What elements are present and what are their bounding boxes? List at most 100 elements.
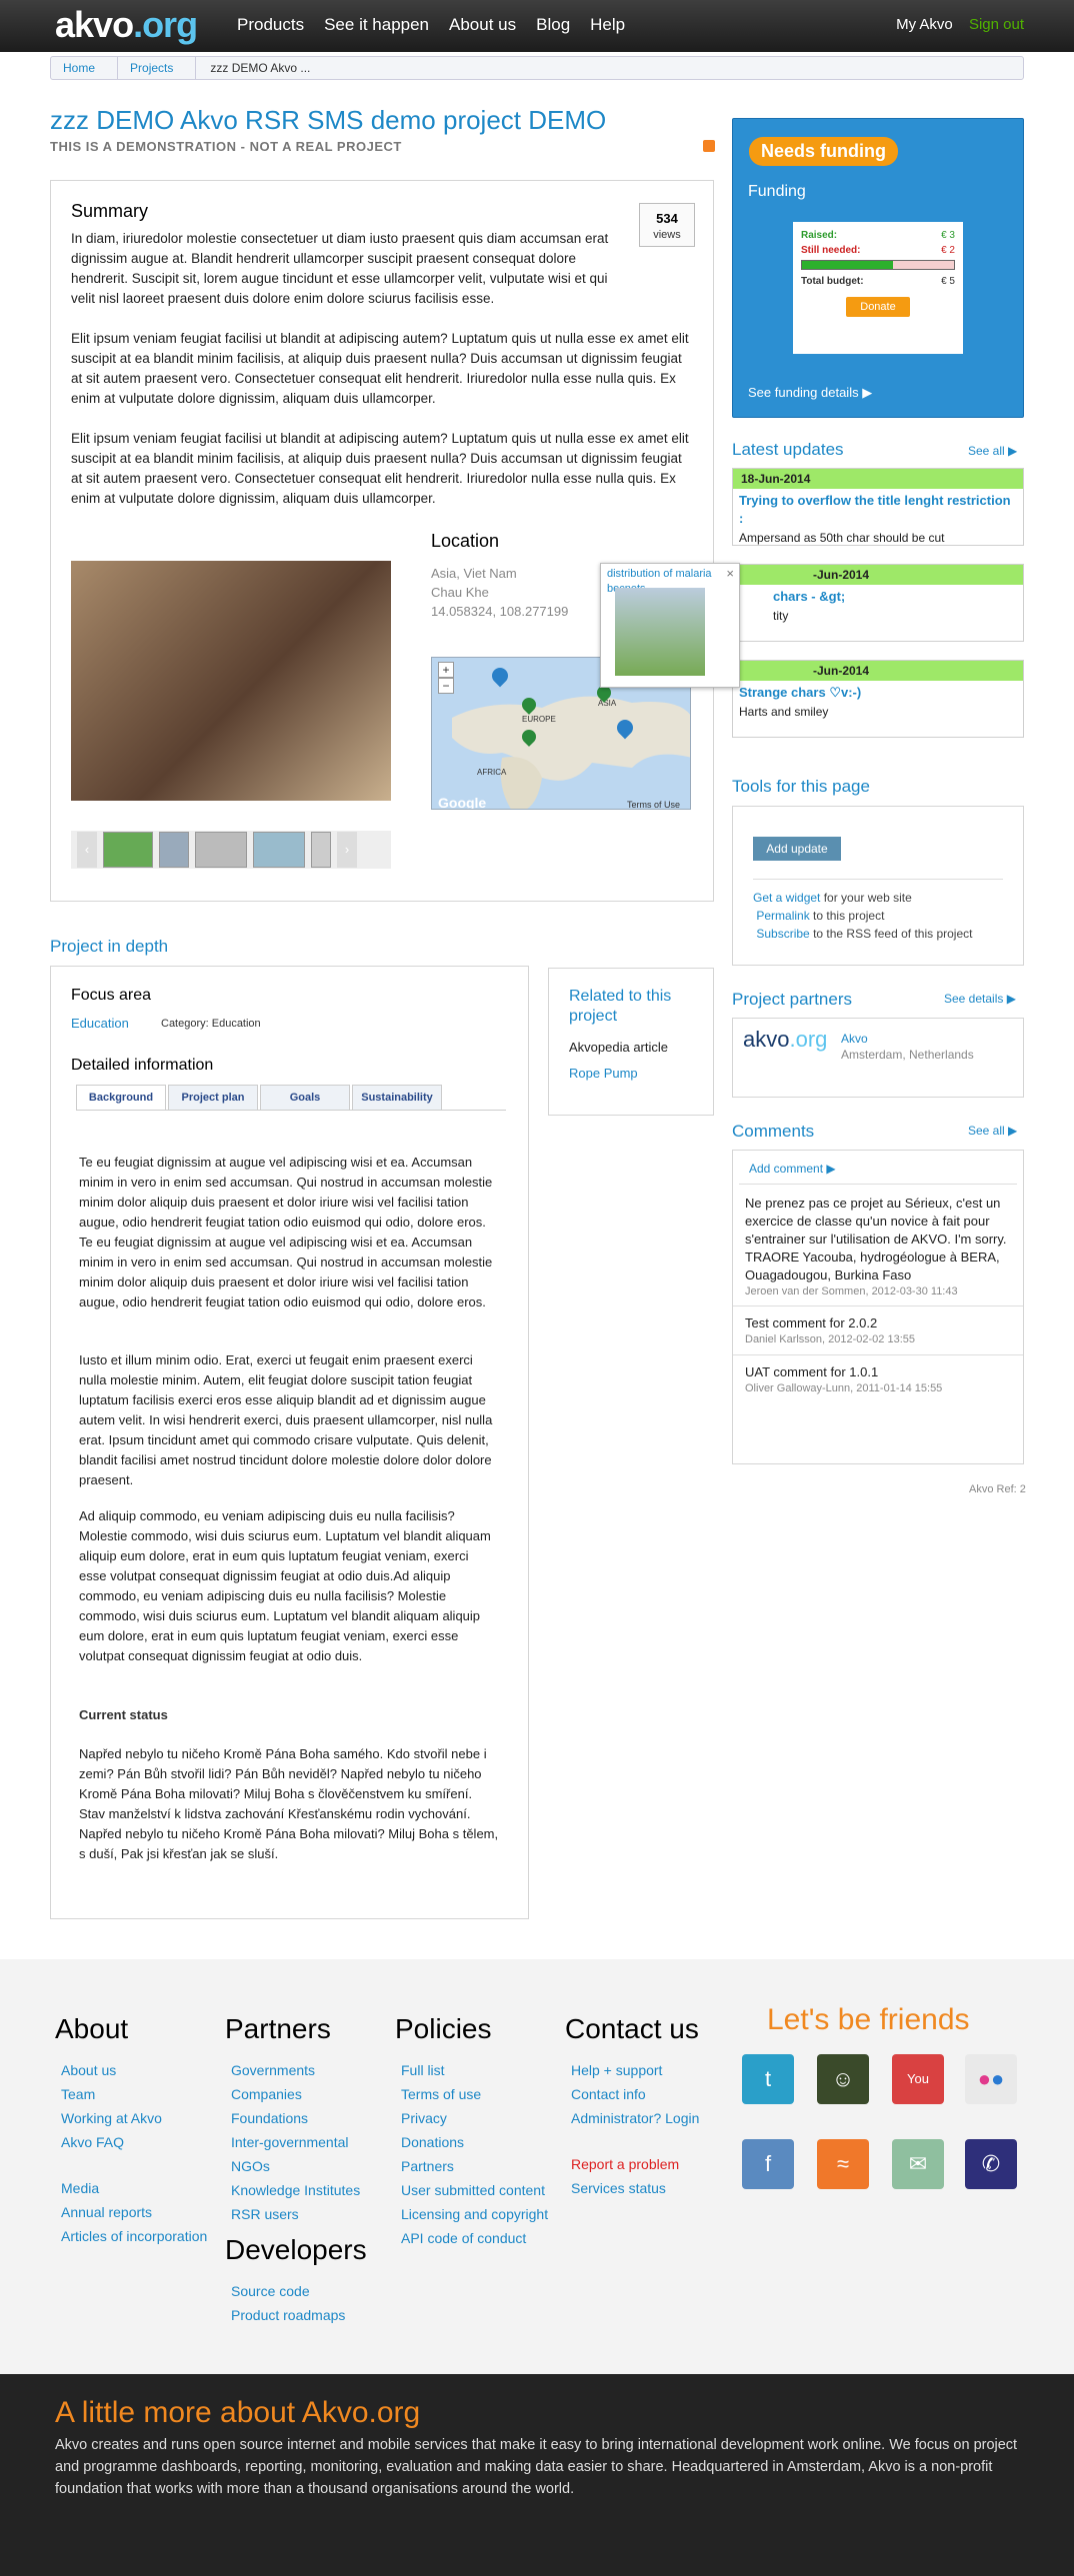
- breadcrumb-projects[interactable]: Projects: [118, 57, 197, 79]
- update-date: 18-Jun-2014: [733, 469, 1023, 489]
- raised-row: Raised: € 3: [801, 230, 955, 241]
- footer-link[interactable]: Administrator? Login: [565, 2106, 699, 2130]
- update-card[interactable]: -Jun-2014 chars - &gt; tity: [732, 564, 1024, 642]
- twitter-icon[interactable]: t: [742, 2054, 794, 2104]
- rss-icon[interactable]: ≈: [817, 2139, 869, 2189]
- update-body: tity: [773, 609, 789, 624]
- tools-links: Get a widget for your web site Permalink…: [753, 891, 973, 941]
- prev-arrow-icon[interactable]: ‹: [77, 832, 97, 868]
- rss-icon[interactable]: [703, 140, 715, 152]
- footer-link[interactable]: Inter-governmental: [225, 2130, 367, 2154]
- nav-products[interactable]: Products: [237, 0, 304, 50]
- footer-link[interactable]: Knowledge Institutes: [225, 2178, 367, 2202]
- zoom-in-button[interactable]: +: [438, 662, 454, 678]
- footer-link[interactable]: Team: [55, 2082, 207, 2106]
- related-heading: Related to this project: [569, 988, 672, 1025]
- sign-out-link[interactable]: Sign out: [969, 16, 1024, 33]
- footer-link[interactable]: Annual reports: [55, 2200, 207, 2224]
- partner-name-link[interactable]: Akvo: [841, 1031, 868, 1048]
- tab-sustainability[interactable]: Sustainability: [352, 1085, 442, 1111]
- update-title[interactable]: chars - &gt;: [733, 585, 1023, 606]
- footer-link[interactable]: Product roadmaps: [225, 2303, 367, 2327]
- summary-paragraph: In diam, iriuredolor molestie consectetu…: [71, 231, 609, 306]
- photo-thumbnail[interactable]: [159, 832, 189, 868]
- flickr-icon[interactable]: ●●: [965, 2054, 1017, 2104]
- services-status-link[interactable]: Services status: [565, 2176, 699, 2200]
- close-icon[interactable]: ×: [726, 565, 734, 583]
- next-arrow-icon[interactable]: ›: [337, 832, 357, 868]
- add-update-button[interactable]: Add update: [753, 837, 841, 861]
- footer-link[interactable]: API code of conduct: [395, 2226, 548, 2250]
- report-problem-link[interactable]: Report a problem: [565, 2152, 699, 2176]
- get-widget-link[interactable]: Get a widget: [753, 891, 820, 905]
- tab-project-plan[interactable]: Project plan: [168, 1085, 258, 1111]
- photo-thumbnail[interactable]: [195, 832, 247, 868]
- footer-link[interactable]: Articles of incorporation: [55, 2224, 207, 2248]
- footer-link[interactable]: Working at Akvo: [55, 2106, 207, 2130]
- focus-education-link[interactable]: Education: [71, 1015, 129, 1033]
- footer-link[interactable]: About us: [55, 2058, 207, 2082]
- footer-link[interactable]: Terms of use: [395, 2082, 548, 2106]
- youtube-icon[interactable]: You: [892, 2054, 944, 2104]
- update-date: -Jun-2014: [733, 661, 1023, 681]
- project-in-depth-heading: Project in depth: [50, 937, 169, 956]
- github-icon[interactable]: ☺: [817, 2054, 869, 2104]
- photo-thumbnail[interactable]: [311, 832, 331, 868]
- update-card[interactable]: 18-Jun-2014 Trying to overflow the title…: [732, 468, 1024, 546]
- footer-link[interactable]: Full list: [395, 2058, 548, 2082]
- phone-icon[interactable]: ✆: [965, 2139, 1017, 2189]
- zoom-out-button[interactable]: −: [438, 678, 454, 694]
- footer-link[interactable]: Donations: [395, 2130, 548, 2154]
- update-card[interactable]: -Jun-2014 Strange chars ♡v:-) Harts and …: [732, 660, 1024, 738]
- background-paragraph: Te eu feugiat dignissim at augue vel adi…: [79, 1155, 493, 1309]
- footer-link[interactable]: NGOs: [225, 2154, 367, 2178]
- partner-location: Amsterdam, Netherlands: [841, 1048, 974, 1062]
- nav-blog[interactable]: Blog: [536, 0, 570, 50]
- project-photo: [71, 561, 391, 801]
- update-title[interactable]: Strange chars ♡v:-): [733, 681, 1023, 702]
- focus-area-heading: Focus area: [71, 987, 152, 1004]
- my-akvo-link[interactable]: My Akvo: [896, 16, 953, 33]
- subscribe-link[interactable]: Subscribe: [756, 927, 809, 941]
- rope-pump-link[interactable]: Rope Pump: [569, 1066, 638, 1081]
- footer-link[interactable]: Governments: [225, 2058, 367, 2082]
- map-brand: Google: [438, 795, 486, 810]
- footer-link[interactable]: Source code: [225, 2279, 367, 2303]
- permalink-link[interactable]: Permalink: [756, 909, 809, 923]
- footer-link[interactable]: Partners: [395, 2154, 548, 2178]
- mail-icon[interactable]: ✉: [892, 2139, 944, 2189]
- footer-heading: Partners: [225, 2013, 331, 2044]
- footer-link[interactable]: RSR users: [225, 2202, 367, 2226]
- update-title[interactable]: Trying to overflow the title lenght rest…: [733, 489, 1023, 528]
- comments-see-all-link[interactable]: See all ▶: [968, 1123, 1017, 1140]
- footer-link[interactable]: Help + support: [565, 2058, 699, 2082]
- breadcrumb-home[interactable]: Home: [51, 57, 119, 79]
- footer-link[interactable]: Licensing and copyright: [395, 2202, 548, 2226]
- donate-button[interactable]: Donate: [846, 297, 910, 317]
- footer-link[interactable]: Foundations: [225, 2106, 367, 2130]
- funding-card: Raised: € 3 Still needed: € 2 Total budget…: [793, 222, 963, 354]
- add-comment-link[interactable]: Add comment ▶: [739, 1161, 1017, 1185]
- footer-link[interactable]: Privacy: [395, 2106, 548, 2130]
- footer-link[interactable]: User submitted content: [395, 2178, 548, 2202]
- footer-link[interactable]: Akvo FAQ: [55, 2130, 207, 2154]
- nav-see-it-happen[interactable]: See it happen: [324, 0, 429, 50]
- partner-logo[interactable]: akvo.org: [743, 1025, 827, 1056]
- footer-link[interactable]: Media: [55, 2176, 207, 2200]
- tab-goals[interactable]: Goals: [260, 1085, 350, 1111]
- footer-link[interactable]: Companies: [225, 2082, 367, 2106]
- photo-thumbnail[interactable]: [253, 832, 305, 868]
- akvo-logo[interactable]: akvo.org: [55, 3, 198, 47]
- comment-text: UAT comment for 1.0.1: [745, 1363, 879, 1379]
- facebook-icon[interactable]: f: [742, 2139, 794, 2189]
- nav-about-us[interactable]: About us: [449, 0, 516, 50]
- comment-text: Test comment for 2.0.2: [745, 1315, 878, 1331]
- nav-help[interactable]: Help: [590, 0, 625, 50]
- tab-background[interactable]: Background: [76, 1085, 166, 1111]
- photo-thumbnail[interactable]: [103, 832, 153, 868]
- footer-link[interactable]: Contact info: [565, 2082, 699, 2106]
- partners-see-details-link[interactable]: See details ▶: [944, 991, 1016, 1008]
- updates-see-all-link[interactable]: See all ▶: [968, 443, 1017, 460]
- see-funding-details-link[interactable]: See funding details ▶: [748, 384, 872, 402]
- lets-be-friends-heading: Let's be friends: [767, 2003, 970, 2036]
